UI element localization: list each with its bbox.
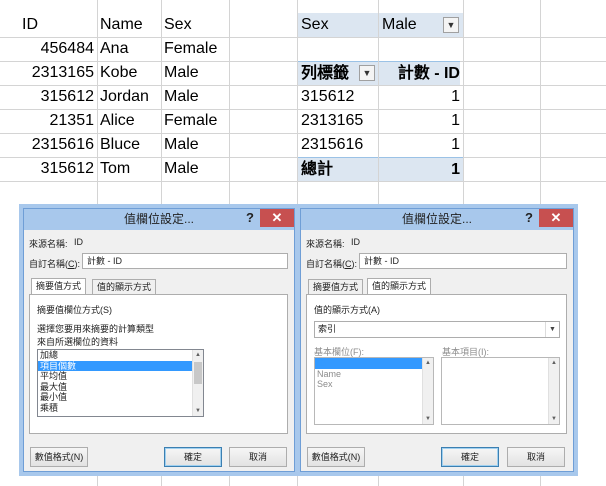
description-line-2: 來自所選欄位的資料 <box>37 337 119 347</box>
list-item[interactable]: Sex <box>315 379 433 390</box>
list-item[interactable]: 最小值 <box>38 392 203 403</box>
pivot-total-label: 總計 <box>298 157 378 181</box>
custom-name-label: 自訂名稱(C): <box>306 259 357 269</box>
cell-name[interactable]: Jordan <box>100 85 160 109</box>
header-sex[interactable]: Sex <box>164 13 228 37</box>
source-name-value: ID <box>351 237 360 247</box>
pivot-row-label[interactable]: 2313165 <box>301 109 377 133</box>
source-name-label: 來源名稱: <box>29 239 68 249</box>
summary-function-list[interactable]: 加總 項目個數 平均值 最大值 最小值 乘積 ▲ ▼ <box>37 349 204 417</box>
tab-show-values-as[interactable]: 值的顯示方式 <box>92 279 157 294</box>
pivot-row-count[interactable]: 1 <box>379 133 460 157</box>
description-line-1: 選擇您要用來摘要的計算類型 <box>37 324 155 334</box>
tab-panel: 摘要值欄位方式(S) 選擇您要用來摘要的計算類型 來自所選欄位的資料 加總 項目… <box>29 294 288 434</box>
pivot-row-count[interactable]: 1 <box>379 85 460 109</box>
scroll-thumb[interactable] <box>194 362 202 384</box>
list-item[interactable]: 乘積 <box>38 403 203 414</box>
scrollbar[interactable]: ▲ ▼ <box>548 358 559 424</box>
row-label-dropdown-icon[interactable]: ▼ <box>359 65 375 81</box>
base-item-list[interactable]: ▲ ▼ <box>441 357 560 425</box>
close-button[interactable]: ✕ <box>539 209 573 227</box>
cell-id[interactable]: 21351 <box>0 109 95 133</box>
list-item[interactable]: Name <box>315 369 433 380</box>
cell-id[interactable]: 2313165 <box>0 61 94 85</box>
value-field-settings-dialog-left: 值欄位設定... ? ✕ 來源名稱: ID 自訂名稱(C): 計數 - ID 摘… <box>23 208 295 472</box>
base-field-list[interactable]: ID Name Sex ▲ ▼ <box>314 357 434 425</box>
pivot-total-value: 1 <box>379 157 463 181</box>
source-name-value: ID <box>74 237 83 247</box>
cancel-button[interactable]: 取消 <box>507 447 565 467</box>
custom-name-input[interactable]: 計數 - ID <box>359 253 567 269</box>
number-format-button[interactable]: 數值格式(N) <box>307 447 365 467</box>
tab-show-values-as[interactable]: 值的顯示方式 <box>367 278 432 295</box>
ok-button[interactable]: 確定 <box>164 447 222 467</box>
pivot-filter-field: Sex <box>298 13 378 37</box>
close-button[interactable]: ✕ <box>260 209 294 227</box>
scroll-up-icon[interactable]: ▲ <box>549 358 559 368</box>
cell-id[interactable]: 456484 <box>0 37 94 61</box>
list-item[interactable]: 加總 <box>38 350 203 361</box>
scroll-down-icon[interactable]: ▼ <box>549 414 559 424</box>
header-id[interactable]: ID <box>22 13 96 37</box>
cell-name[interactable]: Bluce <box>100 133 160 157</box>
cell-sex[interactable]: Male <box>164 85 228 109</box>
tab-panel: 值的顯示方式(A) 索引 ▼ 基本欄位(F): 基本項目(I): ID Name… <box>306 294 567 434</box>
cell-sex[interactable]: Female <box>164 109 228 133</box>
summarize-by-label: 摘要值欄位方式(S) <box>37 305 112 315</box>
pivot-row-label[interactable]: 2315616 <box>301 133 377 157</box>
show-values-as-value: 索引 <box>318 324 337 334</box>
header-name[interactable]: Name <box>100 13 160 37</box>
filter-applied-icon[interactable]: ▼ <box>443 17 459 33</box>
tab-summarize-values[interactable]: 摘要值方式 <box>308 279 364 294</box>
cancel-button[interactable]: 取消 <box>229 447 287 467</box>
list-item-selected[interactable]: 項目個數 <box>38 360 203 371</box>
number-format-button[interactable]: 數值格式(N) <box>30 447 88 467</box>
custom-name-label: 自訂名稱(C): <box>29 259 80 269</box>
cell-sex[interactable]: Male <box>164 61 228 85</box>
help-icon[interactable]: ? <box>525 210 533 225</box>
cell-name[interactable]: Tom <box>100 157 160 181</box>
pivot-value-header: 計數 - ID <box>379 61 460 85</box>
scroll-up-icon[interactable]: ▲ <box>193 350 203 360</box>
cell-name[interactable]: Ana <box>100 37 160 61</box>
help-icon[interactable]: ? <box>246 210 254 225</box>
list-item[interactable]: 最大值 <box>38 382 203 393</box>
value-field-settings-dialog-right: 值欄位設定... ? ✕ 來源名稱: ID 自訂名稱(C): 計數 - ID 摘… <box>300 208 574 472</box>
show-values-as-label: 值的顯示方式(A) <box>314 305 380 315</box>
gridline <box>0 181 606 182</box>
chevron-down-icon[interactable]: ▼ <box>545 322 559 337</box>
show-values-as-select[interactable]: 索引 ▼ <box>314 321 560 338</box>
pivot-row-count[interactable]: 1 <box>379 109 460 133</box>
tab-summarize-values[interactable]: 摘要值方式 <box>31 278 87 295</box>
scrollbar[interactable]: ▲ ▼ <box>192 350 203 416</box>
cell-id[interactable]: 315612 <box>0 85 94 109</box>
cell-id[interactable]: 315612 <box>0 157 94 181</box>
cell-sex[interactable]: Male <box>164 157 228 181</box>
cell-sex[interactable]: Male <box>164 133 228 157</box>
custom-name-input[interactable]: 計數 - ID <box>82 253 288 269</box>
cell-id[interactable]: 2315616 <box>0 133 94 157</box>
source-name-label: 來源名稱: <box>306 239 345 249</box>
cell-name[interactable]: Kobe <box>100 61 160 85</box>
scroll-down-icon[interactable]: ▼ <box>193 406 203 416</box>
scrollbar[interactable]: ▲ ▼ <box>422 358 433 424</box>
ok-button[interactable]: 確定 <box>441 447 499 467</box>
pivot-row-label[interactable]: 315612 <box>301 85 377 109</box>
scroll-up-icon[interactable]: ▲ <box>423 358 433 368</box>
list-item[interactable]: 平均值 <box>38 371 203 382</box>
scroll-down-icon[interactable]: ▼ <box>423 414 433 424</box>
cell-sex[interactable]: Female <box>164 37 228 61</box>
list-item-selected[interactable]: ID <box>315 358 433 369</box>
cell-name[interactable]: Alice <box>100 109 160 133</box>
